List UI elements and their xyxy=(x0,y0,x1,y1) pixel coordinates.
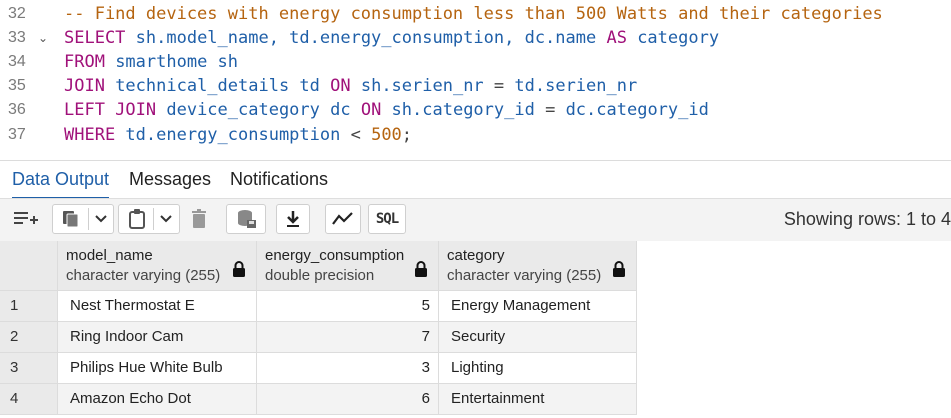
column-header-model-name[interactable]: model_name character varying (255) xyxy=(58,241,257,291)
column-name: energy_consumption xyxy=(265,247,405,264)
code-token: SELECT xyxy=(64,28,136,48)
copy-button[interactable] xyxy=(52,204,114,234)
tab-messages[interactable]: Messages xyxy=(129,167,211,197)
code-token: AS xyxy=(606,28,638,48)
results-grid: model_name character varying (255) energy_… xyxy=(0,241,951,418)
code-token: td.serien_nr xyxy=(514,76,638,96)
results-toolbar: SQL Showing rows: 1 to 4 xyxy=(0,198,951,242)
sql-button[interactable]: SQL xyxy=(368,204,406,234)
column-header-category[interactable]: category character varying (255) xyxy=(439,241,637,291)
code-token: FROM xyxy=(64,52,116,72)
grid-corner[interactable] xyxy=(0,241,58,291)
database-save-icon xyxy=(238,210,256,228)
code-token: = xyxy=(545,100,566,120)
add-row-icon xyxy=(14,212,38,224)
table-cell-energy-consumption[interactable]: 3 xyxy=(257,353,439,384)
clipboard-icon xyxy=(128,209,145,229)
code-token: = xyxy=(493,76,515,96)
code-token: category xyxy=(637,28,720,48)
code-token: WHERE xyxy=(64,125,126,145)
lock-icon xyxy=(233,261,245,277)
lock-icon xyxy=(613,261,625,277)
add-row-button[interactable] xyxy=(6,204,46,234)
line-number: 32 xyxy=(8,5,26,22)
code-token: sh.serien_nr xyxy=(360,76,494,96)
table-cell-category[interactable]: Energy Management xyxy=(439,291,637,322)
code-token: smarthome sh xyxy=(115,52,239,72)
table-cell-energy-consumption[interactable]: 7 xyxy=(257,322,439,353)
trash-icon xyxy=(192,209,206,228)
column-name: category xyxy=(447,247,505,264)
table-cell-model-name[interactable]: Philips Hue White Bulb xyxy=(58,353,257,384)
row-number[interactable]: 4 xyxy=(0,384,58,415)
code-token: dc.category_id xyxy=(565,100,709,120)
row-number[interactable]: 1 xyxy=(0,291,58,322)
line-number: 34 xyxy=(8,53,26,70)
graph-visualiser-button[interactable] xyxy=(325,204,361,234)
sql-editor[interactable]: 32 -- Find devices with energy consumptio… xyxy=(0,0,951,161)
row-number[interactable]: 3 xyxy=(0,353,58,384)
table-cell-model-name[interactable]: Nest Thermostat E xyxy=(58,291,257,322)
delete-button[interactable] xyxy=(184,204,214,234)
line-chart-icon xyxy=(332,212,353,225)
code-token: sh.category_id xyxy=(391,100,546,120)
chevron-down-icon xyxy=(94,215,107,223)
tab-data-output[interactable]: Data Output xyxy=(12,167,110,199)
sql-label: SQL xyxy=(375,211,399,227)
results-tabs: Data Output Messages Notifications xyxy=(0,161,951,199)
table-cell-category[interactable]: Entertainment xyxy=(439,384,637,415)
column-type: character varying (255) xyxy=(447,267,602,284)
line-number: 33 xyxy=(8,29,26,46)
code-token: td.energy_consumption xyxy=(125,125,351,145)
column-name: model_name xyxy=(66,247,153,264)
row-number[interactable]: 2 xyxy=(0,322,58,353)
code-token: -- Find devices with energy consumption … xyxy=(64,4,883,24)
line-number: 35 xyxy=(8,77,26,94)
column-header-energy-consumption[interactable]: energy_consumptiondouble precision xyxy=(257,241,439,291)
table-cell-energy-consumption[interactable]: 6 xyxy=(257,384,439,415)
line-number: 36 xyxy=(8,101,26,118)
code-token: JOIN xyxy=(64,76,116,96)
code-token: ON xyxy=(330,76,361,96)
paste-button[interactable] xyxy=(118,204,180,234)
table-cell-model-name[interactable]: Ring Indoor Cam xyxy=(58,322,257,353)
download-button[interactable] xyxy=(276,204,310,234)
table-cell-model-name[interactable]: Amazon Echo Dot xyxy=(58,384,257,415)
code-token: technical_details td xyxy=(115,76,331,96)
tab-notifications[interactable]: Notifications xyxy=(230,167,328,197)
save-data-button[interactable] xyxy=(226,204,266,234)
rows-count-label: Showing rows: 1 to 4 xyxy=(783,209,951,229)
line-number: 37 xyxy=(8,126,26,143)
code-token: 500 xyxy=(371,125,402,145)
code-token: < xyxy=(350,125,372,145)
fold-toggle-icon[interactable]: ⌄ xyxy=(38,26,48,50)
download-icon xyxy=(287,211,299,227)
table-cell-energy-consumption[interactable]: 5 xyxy=(257,291,439,322)
lock-icon xyxy=(415,261,427,277)
chevron-down-icon xyxy=(159,215,172,223)
code-token: sh.model_name, td.energy_consumption, dc… xyxy=(135,28,607,48)
column-type: character varying (255) xyxy=(66,267,221,284)
table-cell-category[interactable]: Lighting xyxy=(439,353,637,384)
copy-icon xyxy=(62,211,78,228)
table-cell-category[interactable]: Security xyxy=(439,322,637,353)
column-type: double precision xyxy=(265,267,375,284)
code-token: ; xyxy=(401,125,413,145)
code-token: ON xyxy=(360,100,392,120)
code-token: LEFT JOIN xyxy=(64,100,167,120)
code-token: device_category dc xyxy=(166,100,361,120)
